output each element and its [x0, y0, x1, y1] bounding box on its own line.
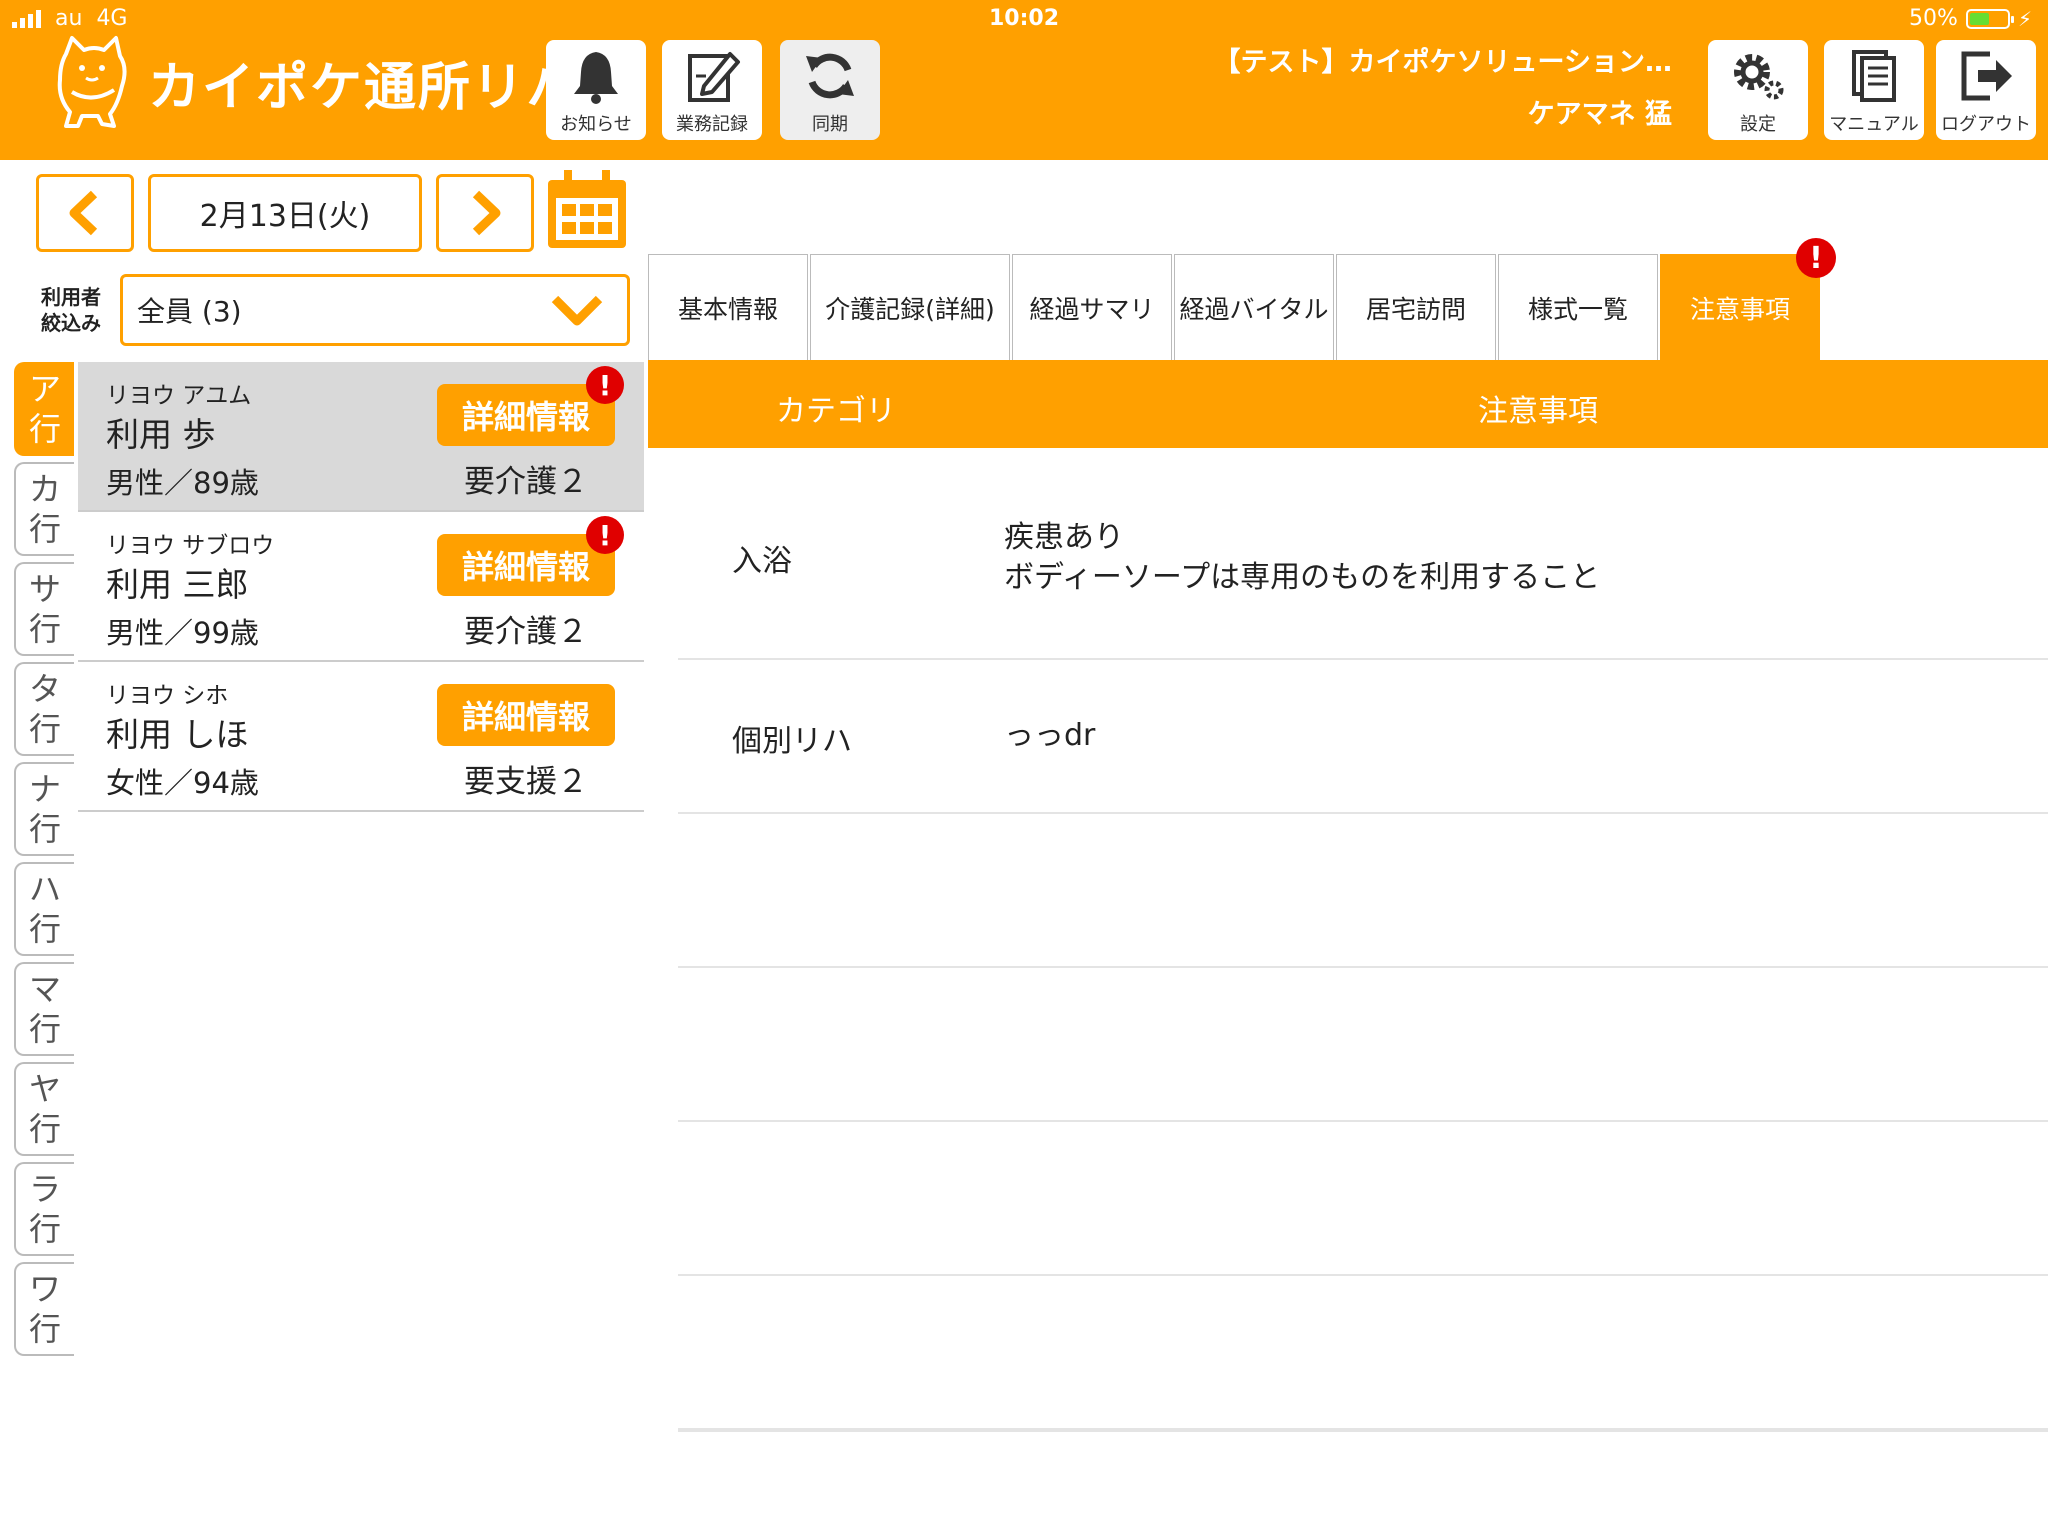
logout-button[interactable]: ログアウト [1936, 40, 2036, 140]
user-care-level: 要介護２ [464, 614, 588, 650]
chevron-right-icon [472, 190, 501, 236]
kana-tab-ya[interactable]: ヤ行 [14, 1062, 74, 1156]
tab-progress-vitals[interactable]: 経過バイタル [1174, 254, 1334, 360]
battery-icon [1965, 8, 2014, 29]
bell-icon [574, 52, 618, 104]
user-filter-label: 利用者 絞込み [41, 285, 101, 335]
current-date[interactable]: 2月13日(火) [148, 174, 422, 252]
kana-tab-ma[interactable]: マ行 [14, 962, 74, 1056]
user-list-item[interactable]: リヨウ シホ 利用 しほ 女性／94歳 詳細情報 要支援２ [78, 662, 644, 812]
logout-label: ログアウト [1941, 114, 2031, 135]
user-care-level: 要支援２ [464, 764, 588, 800]
user-sex-age: 男性／99歳 [106, 616, 259, 650]
user-name: 利用 しほ [106, 715, 249, 754]
next-date-button[interactable] [436, 174, 534, 252]
logout-icon [1961, 51, 2012, 101]
app-header: au 4G 10:02 50% ⚡ カイポケ通所リハ お知らせ 業務記録 同期 … [0, 0, 2048, 160]
sync-icon [806, 53, 854, 99]
tab-progress-summary[interactable]: 経過サマリ [1012, 254, 1172, 360]
row-category: 個別リハ [732, 724, 852, 759]
table-row [678, 1122, 2048, 1276]
kana-tab-ha[interactable]: ハ行 [14, 862, 74, 956]
alert-icon: ! [586, 366, 624, 404]
user-kana: リヨウ サブロウ [106, 533, 275, 559]
manual-label: マニュアル [1829, 114, 1919, 135]
chevron-down-icon [551, 295, 603, 326]
table-row [678, 1276, 2048, 1430]
notes-table-header: カテゴリ 注意事項 [648, 360, 2048, 448]
notice-label: お知らせ [560, 114, 632, 135]
kana-tab-wa[interactable]: ワ行 [14, 1262, 74, 1356]
charging-icon: ⚡ [2017, 6, 2032, 31]
app-logo: カイポケ通所リハ [48, 34, 580, 130]
kana-tab-na[interactable]: ナ行 [14, 762, 74, 856]
gear-icon [1734, 54, 1784, 100]
prev-date-button[interactable] [36, 174, 134, 252]
table-row [678, 968, 2048, 1122]
row-category: 入浴 [732, 544, 792, 579]
sync-button[interactable]: 同期 [780, 40, 880, 140]
app-title: カイポケ通所リハ [148, 57, 581, 118]
alert-icon: ! [586, 516, 624, 554]
user-list-item[interactable]: リヨウ アユム 利用 歩 男性／89歳 詳細情報 ! 要介護２ [78, 362, 644, 512]
alert-icon: ! [1796, 238, 1836, 278]
row-note: 疾患あり ボディーソープは専用のものを利用すること [1004, 520, 1601, 595]
table-row: 入浴 疾患あり ボディーソープは専用のものを利用すること [678, 448, 2048, 660]
header-notes: 注意事項 [1478, 394, 1598, 429]
staff-name: ケアマネ 猛 [1527, 99, 1672, 130]
battery-percent: 50% [1909, 6, 1958, 31]
kana-tab-a[interactable]: ア行 [14, 362, 74, 456]
table-row [678, 814, 2048, 968]
settings-label: 設定 [1740, 114, 1776, 135]
manual-button[interactable]: マニュアル [1824, 40, 1924, 140]
user-name: 利用 歩 [106, 415, 216, 454]
user-name: 利用 三郎 [106, 565, 249, 604]
table-row: 個別リハ っっdr [678, 660, 2048, 814]
kana-tab-ta[interactable]: タ行 [14, 662, 74, 756]
status-time: 10:02 [988, 6, 1060, 31]
cat-logo-icon [57, 36, 127, 128]
tab-notes[interactable]: 注意事項 [1660, 254, 1820, 360]
tab-home-visit[interactable]: 居宅訪問 [1336, 254, 1496, 360]
user-kana: リヨウ シホ [106, 683, 229, 709]
detail-tabs: 基本情報 介護記録(詳細) 経過サマリ 経過バイタル 居宅訪問 様式一覧 注意事… [648, 254, 1822, 360]
kana-tab-ra[interactable]: ラ行 [14, 1162, 74, 1256]
records-label: 業務記録 [676, 114, 748, 135]
user-filter-value: 全員 (3) [137, 295, 242, 328]
chevron-left-icon [69, 190, 98, 236]
tab-forms[interactable]: 様式一覧 [1498, 254, 1658, 360]
kana-tab-sa[interactable]: サ行 [14, 562, 74, 656]
status-bar-right: 50% ⚡ [1909, 6, 2032, 31]
tab-basic-info[interactable]: 基本情報 [648, 254, 808, 360]
kana-tab-ka[interactable]: カ行 [14, 462, 74, 556]
notice-button[interactable]: お知らせ [546, 40, 646, 140]
user-sex-age: 女性／94歳 [106, 766, 259, 800]
settings-button[interactable]: 設定 [1708, 40, 1808, 140]
table-row [678, 1430, 2048, 1432]
user-care-level: 要介護２ [464, 464, 588, 500]
user-filter-select[interactable]: 全員 (3) [120, 274, 630, 346]
header-category: カテゴリ [776, 394, 896, 429]
sync-label: 同期 [812, 114, 848, 135]
document-icon [1852, 50, 1896, 102]
user-kana: リヨウ アユム [106, 383, 252, 409]
user-detail-button[interactable]: 詳細情報 [437, 684, 615, 746]
row-note: っっdr [1004, 718, 1096, 753]
tab-care-record[interactable]: 介護記録(詳細) [810, 254, 1010, 360]
user-list-item[interactable]: リヨウ サブロウ 利用 三郎 男性／99歳 詳細情報 ! 要介護２ [78, 512, 644, 662]
facility-name: 【テスト】カイポケソリューション… [1213, 47, 1672, 78]
records-button[interactable]: 業務記録 [662, 40, 762, 140]
calendar-icon[interactable] [544, 168, 630, 252]
edit-note-icon [688, 52, 740, 102]
user-sex-age: 男性／89歳 [106, 466, 259, 500]
